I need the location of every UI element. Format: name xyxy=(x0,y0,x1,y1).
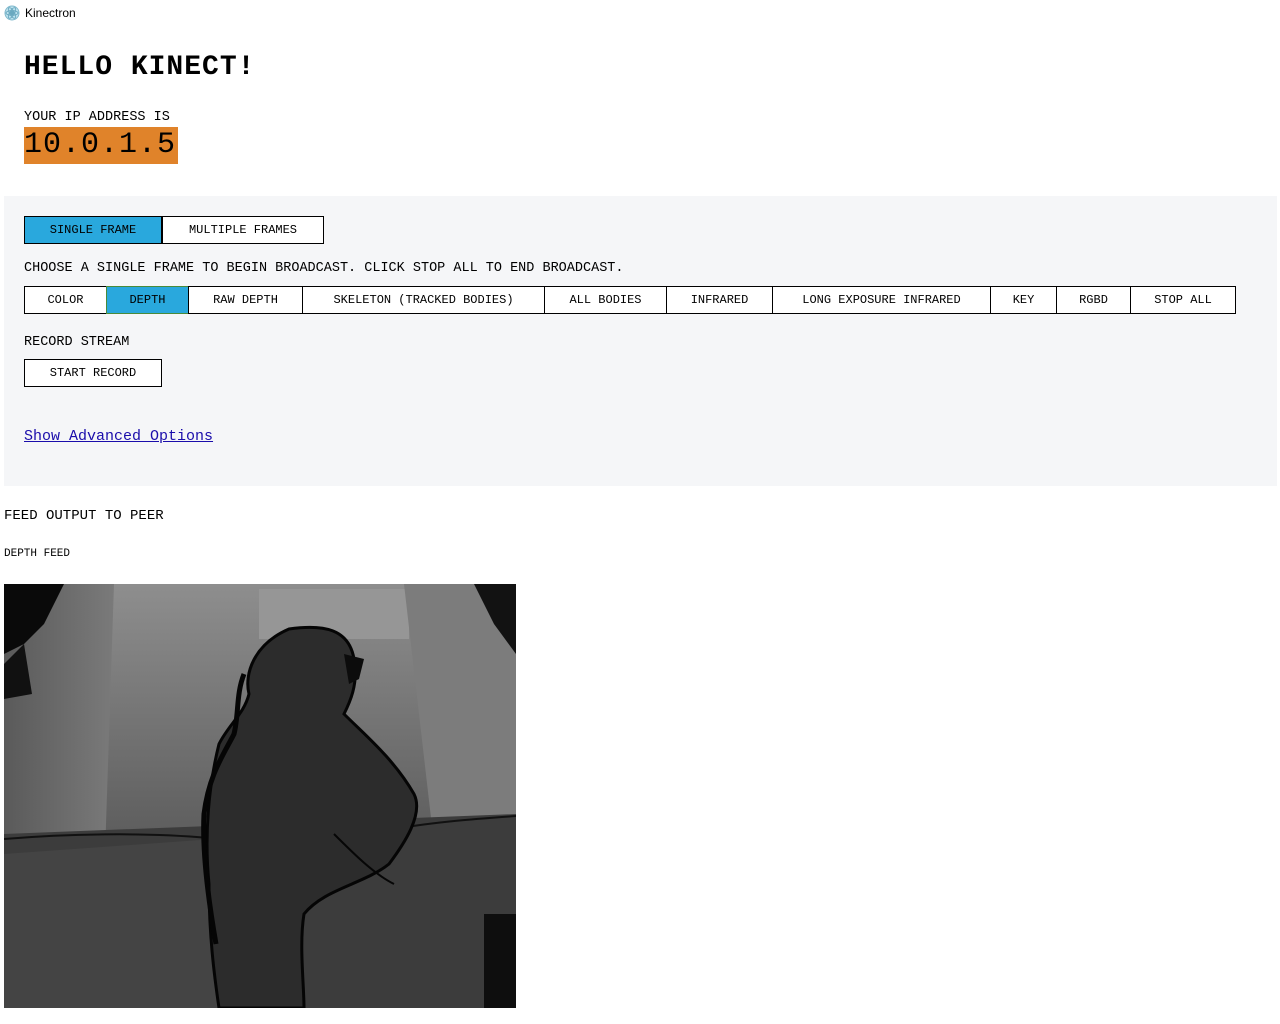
long-exposure-infrared-button[interactable]: LONG EXPOSURE INFRARED xyxy=(772,286,991,314)
start-record-button[interactable]: START RECORD xyxy=(24,359,162,387)
depth-feed-canvas xyxy=(4,584,516,1008)
window-title: Kinectron xyxy=(25,6,76,20)
show-advanced-options-link[interactable]: Show Advanced Options xyxy=(24,428,213,445)
rgbd-button[interactable]: RGBD xyxy=(1056,286,1131,314)
color-button[interactable]: COLOR xyxy=(24,286,107,314)
all-bodies-button[interactable]: ALL BODIES xyxy=(544,286,667,314)
broadcast-instruction: CHOOSE A SINGLE FRAME TO BEGIN BROADCAST… xyxy=(24,261,624,276)
record-stream-label: RECORD STREAM xyxy=(24,335,130,350)
depth-feed-label: DEPTH FEED xyxy=(4,548,71,560)
feed-output-heading: FEED OUTPUT TO PEER xyxy=(4,508,164,524)
ip-address-value: 10.0.1.5 xyxy=(24,127,179,164)
page-title: HELLO KINECT! xyxy=(24,52,256,83)
raw-depth-button[interactable]: RAW DEPTH xyxy=(188,286,303,314)
key-button[interactable]: KEY xyxy=(990,286,1057,314)
skeleton-tracked-bodies-button[interactable]: SKELETON (TRACKED BODIES) xyxy=(302,286,545,314)
window-titlebar: Kinectron xyxy=(0,0,1280,28)
tab-single-frame[interactable]: SINGLE FRAME xyxy=(24,216,162,244)
ip-address-label: YOUR IP ADDRESS IS xyxy=(24,110,170,125)
depth-button[interactable]: DEPTH xyxy=(106,286,189,314)
depth-feed-image xyxy=(4,584,516,1008)
infrared-button[interactable]: INFRARED xyxy=(666,286,773,314)
stop-all-button[interactable]: STOP ALL xyxy=(1130,286,1236,314)
kinectron-app-icon xyxy=(4,5,20,21)
tab-multiple-frames[interactable]: MULTIPLE FRAMES xyxy=(162,216,324,244)
controls-panel: SINGLE FRAME MULTIPLE FRAMES CHOOSE A SI… xyxy=(4,196,1277,486)
